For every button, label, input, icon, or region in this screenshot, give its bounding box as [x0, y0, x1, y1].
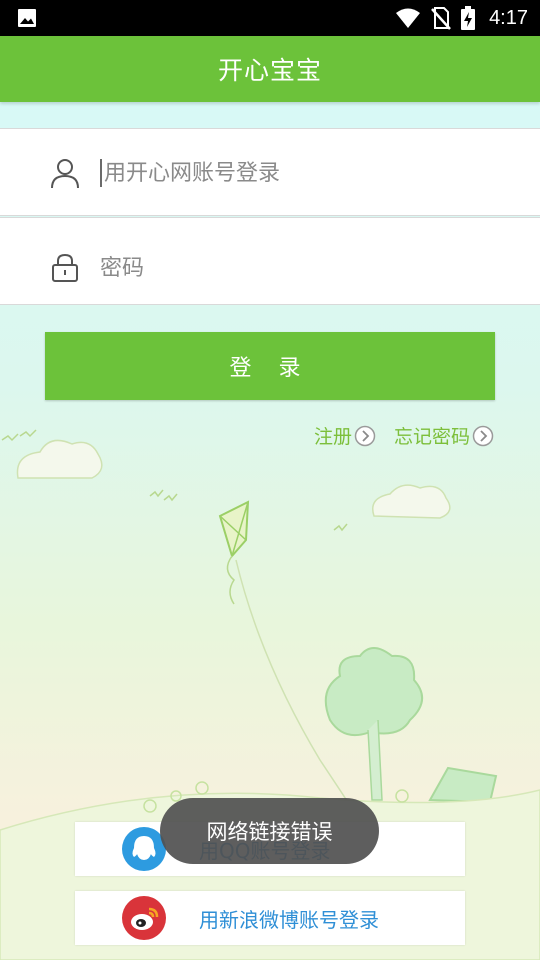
register-link[interactable]: 注册 — [314, 422, 376, 449]
login-button[interactable]: 登 录 — [45, 332, 495, 400]
chevron-right-icon — [472, 425, 494, 446]
forgot-password-label: 忘记密码 — [393, 426, 470, 448]
forgot-password-link[interactable]: 忘记密码 — [394, 422, 494, 449]
lock-icon — [52, 253, 78, 282]
register-label: 注册 — [313, 426, 352, 448]
password-field — [0, 217, 540, 305]
user-icon — [51, 159, 79, 189]
weibo-login-label: 用新浪微博账号登录 — [199, 907, 379, 932]
app-bar: 开心宝宝 — [0, 36, 540, 102]
page-title: 开心宝宝 — [217, 56, 322, 85]
wifi-icon — [396, 8, 421, 28]
weibo-icon — [122, 896, 166, 940]
account-field — [0, 128, 540, 216]
chevron-right-icon — [354, 425, 376, 446]
status-bar: 4:17 — [0, 0, 540, 36]
kite-background-illustration — [0, 429, 540, 960]
error-toast: 网络链接错误 — [160, 798, 379, 864]
password-input[interactable] — [100, 244, 500, 292]
account-input[interactable] — [100, 149, 500, 197]
weibo-login-button[interactable]: 用新浪微博账号登录 — [75, 891, 465, 945]
battery-charging-icon — [461, 6, 476, 30]
image-notification-icon — [18, 9, 36, 27]
no-sim-icon — [431, 7, 451, 30]
account-links: 注册 忘记密码 — [314, 422, 494, 449]
clock-time: 4:17 — [489, 6, 528, 29]
